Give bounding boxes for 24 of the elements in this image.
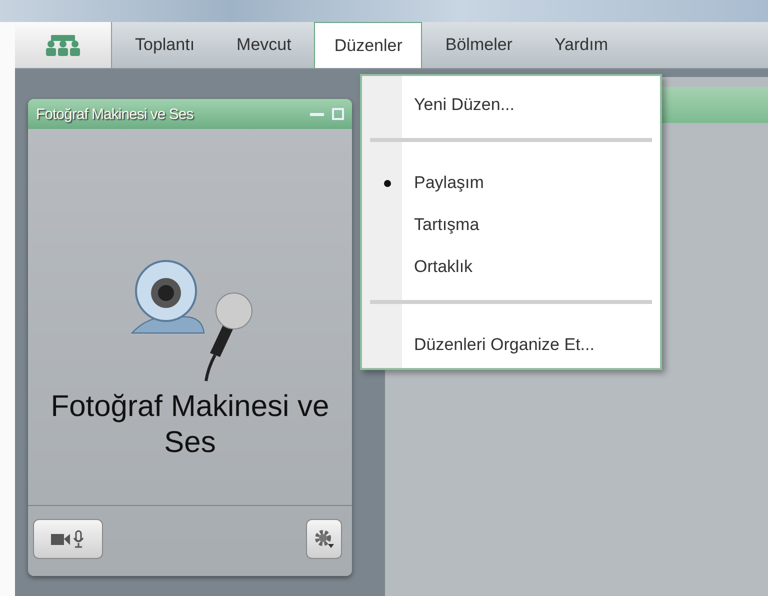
people-icon (43, 33, 83, 57)
settings-icon (313, 528, 335, 550)
dropdown-item[interactable]: Tartışma (362, 204, 660, 246)
dropdown-item[interactable]: Paylaşım (362, 162, 660, 204)
dropdown-item-label: Yeni Düzen... (414, 95, 514, 115)
menu-item[interactable]: Yardım (535, 22, 628, 68)
menu-item[interactable]: Toplantı (116, 22, 214, 68)
dropdown-item-label: Paylaşım (414, 173, 484, 193)
dropdown-item-label: Tartışma (414, 215, 480, 235)
camera-mic-button[interactable] (33, 519, 103, 559)
minimize-icon[interactable] (310, 112, 324, 116)
menu-item[interactable]: Mevcut (218, 22, 310, 68)
pod-title: Fotoğraf Makinesi ve Ses (36, 106, 194, 122)
maximize-icon[interactable] (332, 108, 344, 120)
dropdown-item-label: Düzenleri Organize Et... (414, 335, 594, 355)
dropdown-item-label: Ortaklık (414, 257, 473, 277)
settings-button[interactable] (306, 519, 342, 559)
menu-item[interactable]: Bölmeler (426, 22, 532, 68)
logo-button[interactable] (15, 22, 112, 68)
menu-item[interactable]: Düzenler (314, 22, 422, 68)
dropdown-item[interactable]: Yeni Düzen... (362, 84, 660, 126)
dropdown-item[interactable]: Ortaklık (362, 246, 660, 288)
pod-message: Fotoğraf Makinesi ve Ses (50, 389, 330, 461)
dropdown-item[interactable]: Düzenleri Organize Et... (362, 324, 660, 366)
